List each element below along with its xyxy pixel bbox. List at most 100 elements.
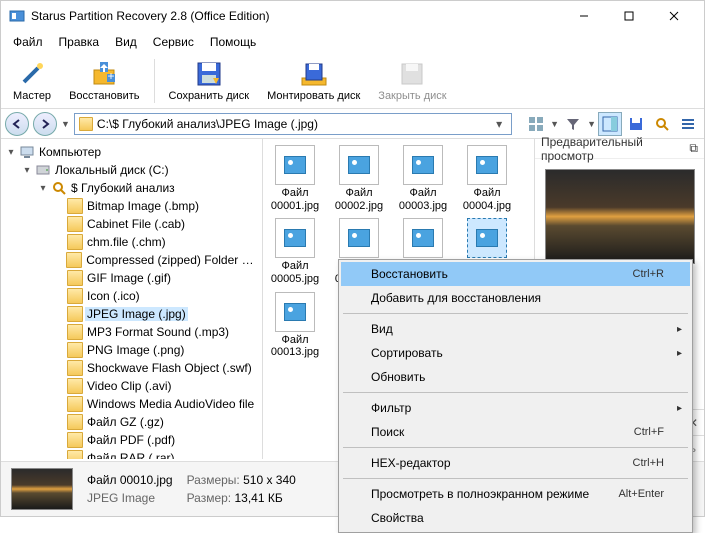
save-list-button[interactable] (624, 112, 648, 136)
nav-dropdown-icon[interactable]: ▼ (61, 119, 70, 129)
tree-node[interactable]: MP3 Format Sound (.mp3) (1, 323, 262, 341)
tree-node[interactable]: Файл PDF (.pdf) (1, 431, 262, 449)
file-item[interactable]: Файл00004.jpg (459, 145, 515, 212)
file-thumbnail (275, 218, 315, 258)
maximize-button[interactable] (606, 2, 651, 30)
file-item[interactable]: Файл00013.jpg (267, 292, 323, 359)
toolbar-recover[interactable]: + Восстановить (61, 55, 147, 107)
file-label: Файл00002.jpg (335, 187, 383, 212)
tree-node[interactable]: Shockwave Flash Object (.swf) (1, 359, 262, 377)
tree-twist-icon[interactable]: ▾ (21, 165, 33, 176)
folder-icon (67, 450, 83, 459)
folder-icon (67, 324, 83, 340)
view-thumbs-button[interactable] (524, 112, 548, 136)
menu-edit[interactable]: Правка (51, 33, 108, 51)
folder-icon (67, 342, 83, 358)
folder-icon (67, 432, 83, 448)
nav-back-button[interactable] (5, 112, 29, 136)
file-label: Файл00003.jpg (399, 187, 447, 212)
image-icon (412, 229, 434, 247)
tree-twist-icon[interactable]: ▾ (37, 183, 49, 194)
ctx-separator (343, 447, 688, 448)
ctx-fullscreen[interactable]: Просмотреть в полноэкранном режимеAlt+En… (341, 482, 690, 506)
tree-node[interactable]: ▾Компьютер (1, 143, 262, 161)
file-item[interactable]: Файл00001.jpg (267, 145, 323, 212)
toolbar-close-disk: Закрыть диск (370, 55, 454, 107)
toolbar-mount-disk[interactable]: Монтировать диск (259, 55, 368, 107)
tree-node[interactable]: PNG Image (.png) (1, 341, 262, 359)
tree-twist-icon[interactable]: ▾ (5, 147, 17, 158)
file-label: Файл00001.jpg (271, 187, 319, 212)
ctx-sort[interactable]: Сортировать▸ (341, 341, 690, 365)
tree-label: PNG Image (.png) (85, 343, 186, 357)
status-filename: Файл 00010.jpg (87, 473, 173, 487)
view-dropdown-icon[interactable]: ▼ (550, 119, 559, 129)
filter-dropdown-icon[interactable]: ▼ (587, 119, 596, 129)
image-icon (412, 156, 434, 174)
ctx-refresh[interactable]: Обновить (341, 365, 690, 389)
ctx-hex[interactable]: HEX-редакторCtrl+H (341, 451, 690, 475)
preview-header: Предварительный просмотр ⧉ (535, 139, 704, 159)
tree-node[interactable]: GIF Image (.gif) (1, 269, 262, 287)
tree-node[interactable]: Icon (.ico) (1, 287, 262, 305)
folder-icon (67, 306, 83, 322)
status-filetype: JPEG Image (87, 491, 173, 505)
tree-node[interactable]: ▾ Локальный диск (C:) (1, 161, 262, 179)
tree-node[interactable]: Файл GZ (.gz) (1, 413, 262, 431)
file-thumbnail (339, 145, 379, 185)
file-item[interactable]: Файл00005.jpg (267, 218, 323, 285)
folder-icon (67, 396, 83, 412)
tree-node[interactable]: Cabinet File (.cab) (1, 215, 262, 233)
tree-label: Локальный диск (C:) (53, 163, 171, 177)
toolbar-master[interactable]: Мастер (5, 55, 59, 107)
status-dim-label: Размеры: (187, 473, 240, 487)
image-icon (284, 303, 306, 321)
tree-node[interactable]: Файл RAR (.rar) (1, 449, 262, 459)
file-item[interactable]: Файл00002.jpg (331, 145, 387, 212)
tree-label: MP3 Format Sound (.mp3) (85, 325, 231, 339)
tree-node[interactable]: chm.file (.chm) (1, 233, 262, 251)
menu-service[interactable]: Сервис (145, 33, 202, 51)
toolbar-save-disk[interactable]: Сохранить диск (161, 55, 258, 107)
status-dim-value: 510 x 340 (243, 473, 296, 487)
ctx-filter[interactable]: Фильтр▸ (341, 396, 690, 420)
address-dropdown-icon[interactable]: ▾ (491, 117, 507, 131)
folder-icon (67, 378, 83, 394)
address-input[interactable]: C:\$ Глубокий анализ\JPEG Image (.jpg) ▾ (74, 113, 512, 135)
menu-help[interactable]: Помощь (202, 33, 264, 51)
options-button[interactable] (676, 112, 700, 136)
tree-node[interactable]: Bitmap Image (.bmp) (1, 197, 262, 215)
recover-icon: + (90, 60, 118, 88)
ctx-add-for-recovery[interactable]: Добавить для восстановления (341, 286, 690, 310)
tree-label: Video Clip (.avi) (85, 379, 173, 393)
image-icon (476, 156, 498, 174)
ctx-recover[interactable]: ВосстановитьCtrl+R (341, 262, 690, 286)
tree-label: Windows Media AudioVideo file (85, 397, 256, 411)
tree-node[interactable]: Compressed (zipped) Folder (.zip) (1, 251, 262, 269)
preview-image (545, 169, 695, 264)
search-button[interactable] (650, 112, 674, 136)
tree-label: Icon (.ico) (85, 289, 142, 303)
tree-node[interactable]: Video Clip (.avi) (1, 377, 262, 395)
tree-node[interactable]: ▾$ Глубокий анализ (1, 179, 262, 197)
folder-tree[interactable]: ▾Компьютер▾Локальный диск (C:)▾$ Глубоки… (1, 139, 263, 459)
preview-toggle-button[interactable] (598, 112, 622, 136)
svg-text:+: + (108, 69, 115, 83)
tree-label: Cabinet File (.cab) (85, 217, 187, 231)
tree-node[interactable]: Windows Media AudioVideo file (1, 395, 262, 413)
file-item[interactable]: Файл00003.jpg (395, 145, 451, 212)
tree-node[interactable]: JPEG Image (.jpg) (1, 305, 262, 323)
ctx-view[interactable]: Вид▸ (341, 317, 690, 341)
ctx-properties[interactable]: Свойства (341, 506, 690, 530)
preview-detach-icon[interactable]: ⧉ (689, 141, 698, 156)
close-button[interactable] (651, 2, 696, 30)
menu-view[interactable]: Вид (107, 33, 145, 51)
nav-forward-button[interactable] (33, 112, 57, 136)
file-label: Файл00005.jpg (271, 260, 319, 285)
image-icon (476, 229, 498, 247)
minimize-button[interactable] (561, 2, 606, 30)
file-label: Файл00004.jpg (463, 187, 511, 212)
menu-file[interactable]: Файл (5, 33, 51, 51)
ctx-search[interactable]: ПоискCtrl+F (341, 420, 690, 444)
filter-button[interactable] (561, 112, 585, 136)
